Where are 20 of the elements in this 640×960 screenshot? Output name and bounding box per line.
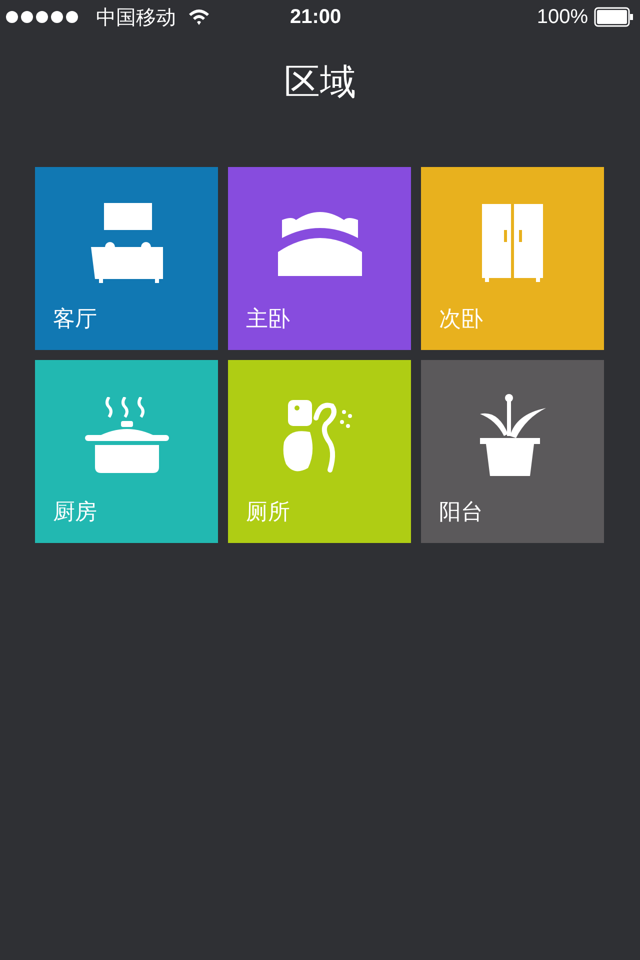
room-tile[interactable]: 主卧 [228,167,411,350]
room-tile[interactable]: 厨房 [35,360,218,543]
signal-icon [6,11,78,23]
battery-percentage: 100% [536,5,588,30]
room-label: 阳台 [439,499,483,527]
clock-time: 21:00 [290,5,342,30]
room-label: 主卧 [246,306,290,334]
wifi-icon [188,8,210,26]
room-label: 厨房 [53,499,97,527]
steaming-pot-icon [82,397,170,475]
room-tile[interactable]: 阳台 [421,360,604,543]
room-label: 厕所 [246,499,290,527]
potted-plant-icon [478,394,548,478]
room-tile[interactable]: 客厅 [35,167,218,350]
room-label: 次卧 [439,306,483,334]
battery-icon [594,7,634,27]
page-title: 区域 [284,61,356,105]
wardrobe-icon [482,204,544,282]
carrier-name: 中国移动 [96,4,176,31]
room-label: 客厅 [53,306,97,334]
